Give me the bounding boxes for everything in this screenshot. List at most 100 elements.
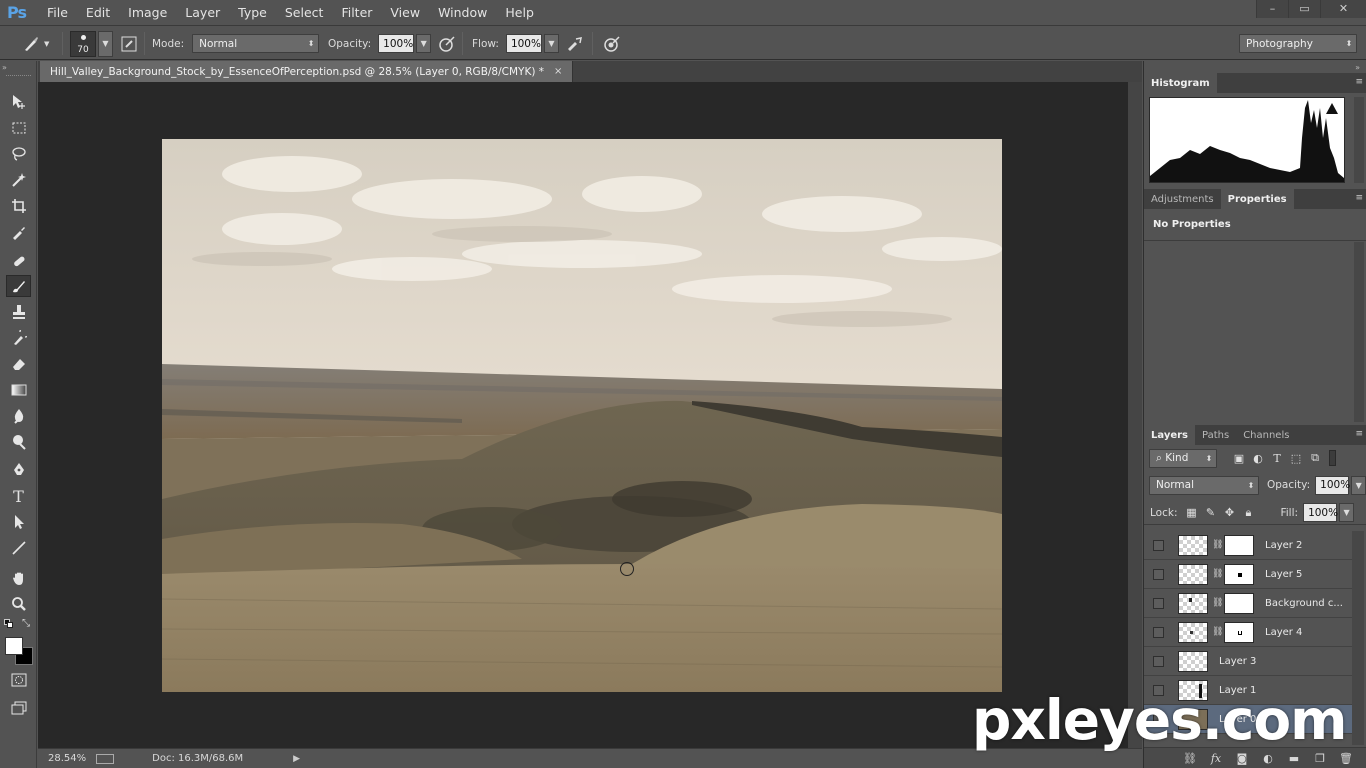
brush-size-picker[interactable]: 70 ▼ [70,27,113,60]
brush-tool-icon[interactable] [6,275,31,297]
filter-toggle-switch[interactable] [1329,450,1336,466]
new-adjustment-icon[interactable]: ◐ [1255,752,1281,765]
hand-tool-icon[interactable] [6,567,31,589]
tab-channels[interactable]: Channels [1236,425,1296,445]
type-tool-icon[interactable]: T [6,485,31,507]
quick-mask-icon[interactable] [6,669,31,691]
smart-object-filter-icon[interactable]: ⧉ [1307,450,1323,466]
menu-filter[interactable]: Filter [332,5,381,20]
fill-slider-toggle[interactable]: ▼ [1339,503,1355,522]
panel-grip[interactable] [6,75,31,77]
path-selection-tool-icon[interactable] [6,511,31,533]
menu-layer[interactable]: Layer [176,5,229,20]
menu-view[interactable]: View [381,5,429,20]
fill-input[interactable]: 100% [1303,503,1338,522]
zoom-tool-icon[interactable] [6,593,31,615]
minimize-button[interactable]: – [1256,0,1288,18]
workspace-dropdown[interactable]: Photography ⬍ [1239,34,1357,53]
panel-menu-icon[interactable]: ≡ [1355,77,1363,87]
new-layer-icon[interactable]: ❐ [1307,752,1333,765]
document-profile-icon[interactable] [96,753,115,764]
pixel-filter-icon[interactable]: ▣ [1231,450,1247,466]
eyedropper-tool-icon[interactable] [6,221,31,243]
airbrush-toggle[interactable] [564,27,586,60]
default-colors-icon[interactable] [4,619,14,629]
menu-type[interactable]: Type [229,5,276,20]
visibility-toggle[interactable] [1153,539,1164,551]
layer-name[interactable]: Layer 5 [1265,569,1302,580]
flow-slider-toggle[interactable]: ▼ [543,34,559,53]
layer-mask-thumbnail[interactable] [1224,563,1254,585]
link-chain-icon[interactable]: ⛓ [1212,598,1223,608]
layer-mask-thumbnail[interactable] [1224,621,1254,643]
line-tool-icon[interactable] [6,537,31,559]
pressure-opacity-toggle[interactable] [436,27,458,60]
layer-name[interactable]: Layer 2 [1265,540,1302,551]
layer-mask-thumbnail[interactable] [1224,534,1254,556]
tab-adjustments[interactable]: Adjustments [1144,189,1221,209]
link-chain-icon[interactable]: ⛓ [1212,540,1223,550]
pen-tool-icon[interactable] [6,459,31,481]
layer-row[interactable]: ⛓ Layer 2 [1144,531,1352,560]
opacity-slider-toggle[interactable]: ▼ [416,34,432,53]
tab-layers[interactable]: Layers [1144,425,1195,445]
screen-mode-icon[interactable] [6,697,31,719]
foreground-color-swatch[interactable] [5,637,23,655]
layer-name[interactable]: Background c... [1265,598,1343,609]
layer-style-fx-icon[interactable]: fx [1203,752,1229,765]
menu-image[interactable]: Image [119,5,176,20]
history-brush-tool-icon[interactable] [6,327,31,349]
clone-stamp-tool-icon[interactable] [6,301,31,323]
menu-edit[interactable]: Edit [77,5,119,20]
link-chain-icon[interactable]: ⛓ [1212,569,1223,579]
layer-row[interactable]: Layer 3 [1144,647,1352,676]
collapse-arrows-icon[interactable]: » [1355,63,1360,72]
layers-scrollbar[interactable] [1352,531,1364,745]
tab-histogram[interactable]: Histogram [1144,73,1217,93]
flow-input[interactable]: 100% [505,34,542,53]
menu-help[interactable]: Help [496,5,543,20]
visibility-toggle[interactable] [1153,626,1164,638]
lock-transparent-icon[interactable]: ▦ [1183,505,1199,521]
close-button[interactable]: ✕ [1320,0,1366,18]
swap-colors-icon[interactable]: ⤡ [22,618,30,629]
canvas-vertical-scrollbar[interactable] [1128,82,1142,748]
tab-paths[interactable]: Paths [1195,425,1236,445]
document-canvas-image[interactable] [162,139,1002,692]
lock-all-icon[interactable]: 🔒︎ [1240,505,1256,521]
layer-name[interactable]: Layer 4 [1265,627,1302,638]
brush-panel-toggle[interactable] [118,27,140,60]
layer-row[interactable]: ⛓ Layer 4 [1144,618,1352,647]
move-tool-icon[interactable] [6,91,31,113]
panel-menu-icon[interactable]: ≡ [1355,193,1363,203]
layer-mask-thumbnail[interactable] [1224,592,1254,614]
layer-opacity-input[interactable]: 100% [1315,475,1350,495]
layer-row[interactable]: ⛓ Background c... [1144,589,1352,618]
crop-tool-icon[interactable] [6,195,31,217]
adjustment-filter-icon[interactable]: ◐ [1250,450,1266,466]
layer-name[interactable]: Layer 3 [1219,656,1256,667]
dodge-tool-icon[interactable] [6,431,31,453]
document-tab[interactable]: Hill_Valley_Background_Stock_by_EssenceO… [40,61,574,82]
mode-dropdown[interactable]: Normal ⬍ [192,34,320,53]
type-filter-icon[interactable]: T [1269,450,1285,466]
layer-row[interactable]: ⛓ Layer 5 [1144,560,1352,589]
shape-filter-icon[interactable]: ⬚ [1288,450,1304,466]
menu-file[interactable]: File [38,5,77,20]
menu-select[interactable]: Select [276,5,333,20]
link-chain-icon[interactable]: ⛓ [1212,627,1223,637]
trash-icon[interactable]: 🗑︎ [1333,752,1359,765]
pressure-size-toggle[interactable] [601,27,623,60]
lock-position-icon[interactable]: ✥ [1221,505,1237,521]
eraser-tool-icon[interactable] [6,353,31,375]
zoom-level[interactable]: 28.54% [48,753,86,764]
warning-icon[interactable] [1326,103,1338,114]
layer-opacity-slider-toggle[interactable]: ▼ [1351,475,1366,495]
magic-wand-tool-icon[interactable] [6,169,31,191]
histogram-scrollbar[interactable] [1354,97,1364,183]
opacity-input[interactable]: 100% [378,34,415,53]
link-layers-icon[interactable]: ⛓ [1177,752,1203,765]
visibility-toggle[interactable] [1153,568,1164,580]
properties-scrollbar[interactable] [1354,242,1364,422]
new-group-folder-icon[interactable]: ▬ [1281,752,1307,765]
